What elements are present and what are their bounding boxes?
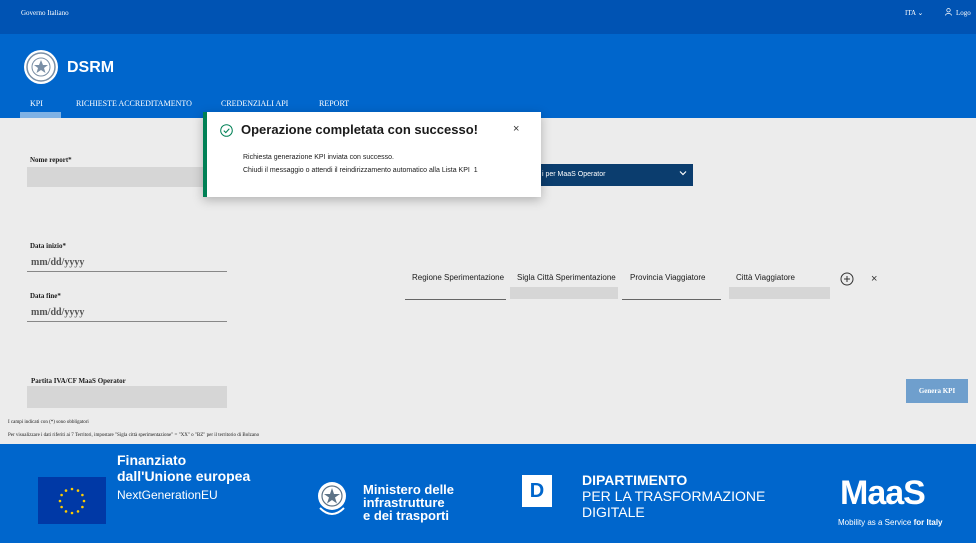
data-inizio-underline (27, 271, 227, 272)
footer: Finanziato dall'Unione europea NextGener… (0, 444, 976, 543)
data-inizio-input[interactable]: mm/dd/yyyy (31, 257, 84, 268)
header: DSRM KPI RICHIESTE ACCREDITAMENTO CREDEN… (0, 34, 976, 118)
provincia-field[interactable] (622, 299, 721, 300)
language-selector[interactable]: ITA ⌄ (905, 9, 923, 17)
data-fine-input[interactable]: mm/dd/yyyy (31, 307, 84, 318)
eu-flag-icon (38, 477, 106, 524)
dpt-logo-icon: D (522, 475, 552, 507)
report-type-value: i per MaaS Operator (542, 171, 606, 178)
emblem-icon (24, 50, 58, 84)
data-fine-underline (27, 321, 227, 322)
partita-iva-input[interactable] (27, 386, 227, 408)
toast-message-2: Chiudi il messaggio o attendi il reindir… (243, 167, 478, 174)
toast-countdown: 1 (473, 167, 478, 174)
mit-line-3: e dei trasporti (363, 508, 449, 523)
user-icon (945, 8, 952, 16)
mit-emblem-icon (318, 482, 346, 515)
toast-close-button[interactable]: × (513, 123, 519, 135)
check-circle-icon (220, 124, 233, 137)
dpt-line-2: DIGITALE (582, 504, 645, 520)
top-bar: Governo Italiano ITA ⌄ Logo (0, 0, 976, 34)
maas-tag-text: Mobility as a Service (838, 518, 914, 527)
toast-message-2-text: Chiudi il messaggio o attendi il reindir… (243, 167, 470, 174)
maas-tag-bold: for Italy (913, 518, 943, 527)
tab-richieste-accreditamento[interactable]: RICHIESTE ACCREDITAMENTO (76, 99, 192, 108)
gov-label[interactable]: Governo Italiano (21, 9, 69, 17)
sigla-citta-field[interactable] (510, 287, 618, 299)
maas-tagline: Mobility as a Service for Italy (838, 518, 943, 527)
tab-report[interactable]: REPORT (319, 99, 349, 108)
chevron-down-icon (679, 171, 687, 176)
dpt-line-1: PER LA TRASFORMAZIONE (582, 488, 766, 504)
nome-report-label: Nome report* (30, 156, 72, 164)
col-sigla-citta-sperimentazione: Sigla Città Sperimentazione (517, 273, 616, 282)
col-citta-viaggiatore: Città Viaggiatore (736, 273, 795, 282)
report-type-select[interactable]: i per MaaS Operator (528, 164, 693, 186)
tab-kpi[interactable]: KPI (30, 99, 43, 108)
genera-kpi-button[interactable]: Genera KPI (906, 379, 968, 403)
col-provincia-viaggiatore: Provincia Viaggiatore (630, 273, 706, 282)
eu-subtitle: dall'Unione europea (117, 468, 251, 484)
toast-message-1: Richiesta generazione KPI inviata con su… (243, 154, 394, 161)
login-link[interactable]: Logo (945, 8, 971, 17)
tab-active-indicator (20, 112, 61, 118)
col-regione-sperimentazione: Regione Sperimentazione (412, 273, 505, 282)
plus-circle-icon[interactable] (840, 272, 854, 286)
eu-nextgeneration: NextGenerationEU (117, 488, 218, 502)
data-inizio-label: Data inizio* (30, 242, 66, 250)
partita-iva-label: Partita IVA/CF MaaS Operator (31, 377, 126, 385)
success-toast: Operazione completata con successo! × Ri… (203, 112, 541, 197)
nome-report-input[interactable] (27, 167, 227, 187)
tab-credenziali-api[interactable]: CREDENZIALI API (221, 99, 288, 108)
regione-field[interactable] (405, 299, 506, 300)
territories-note: Per visualizzare i dati riferiti ai 7 Te… (8, 433, 260, 438)
toast-title: Operazione completata con successo! (241, 122, 478, 137)
citta-field[interactable] (729, 287, 830, 299)
required-note: I campi indicati con (*) sono obbligator… (8, 420, 89, 425)
login-label: Logo (956, 9, 971, 17)
dpt-title: DIPARTIMENTO (582, 472, 688, 488)
eu-title: Finanziato (117, 452, 187, 468)
data-fine-label: Data fine* (30, 292, 61, 300)
maas-logo: MaaS (840, 474, 926, 512)
brand-title[interactable]: DSRM (67, 59, 114, 77)
close-icon[interactable]: × (871, 273, 877, 285)
